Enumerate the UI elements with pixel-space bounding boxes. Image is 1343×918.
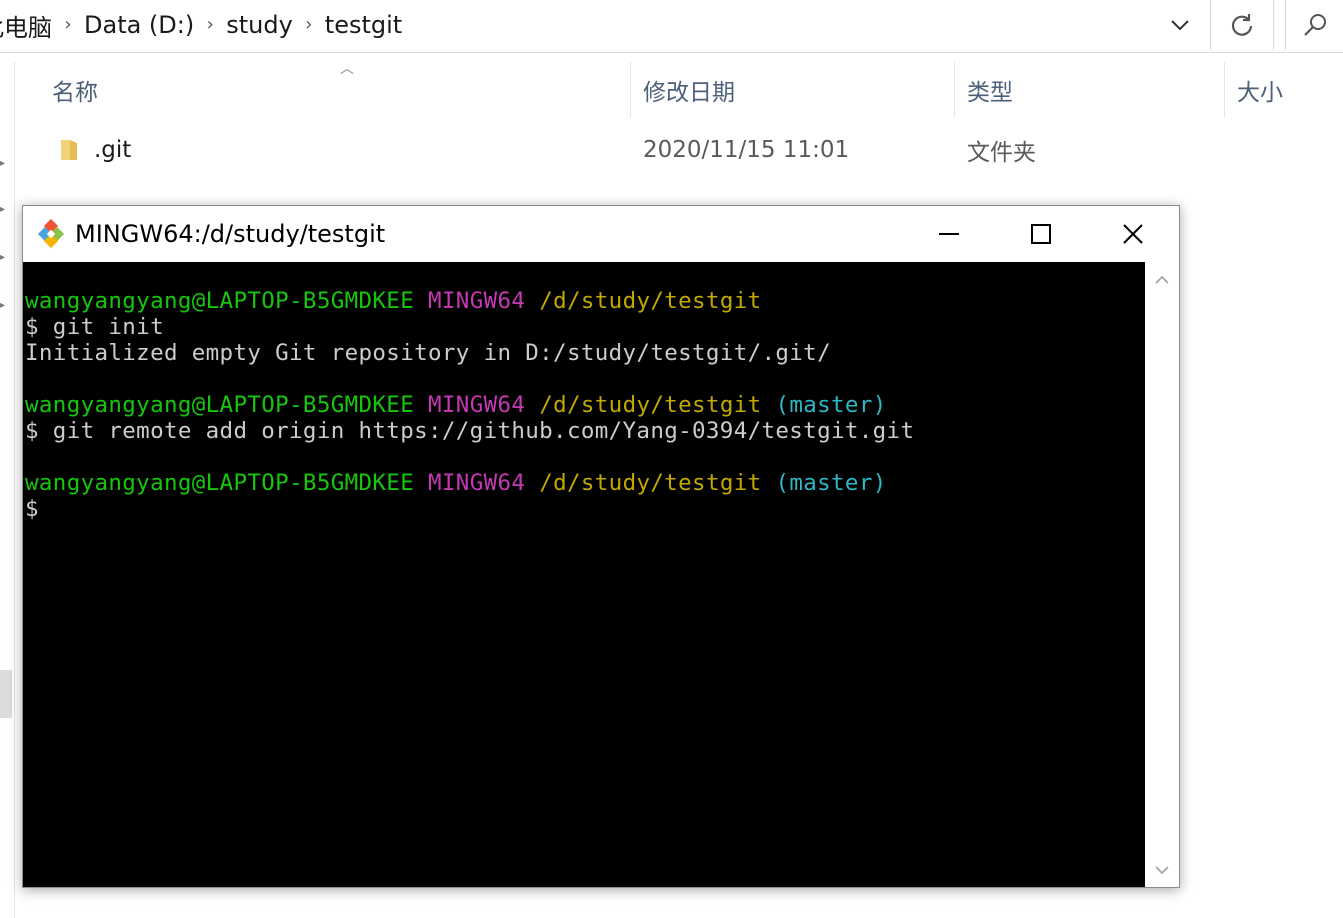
prompt-line: wangyangyang@LAPTOP-B5GMDKEE MINGW64 /d/… (23, 288, 1145, 314)
column-header-label: 大小 (1237, 80, 1283, 106)
breadcrumb-item[interactable]: Data (D:) (84, 11, 194, 39)
file-type: 文件夹 (967, 140, 1036, 166)
title-bar[interactable]: MINGW64:/d/study/testgit (23, 206, 1179, 262)
chevron-down-icon[interactable] (1160, 6, 1200, 44)
breadcrumb-item[interactable]: 此电脑 (0, 8, 52, 43)
column-header-label: 名称 (52, 80, 98, 106)
breadcrumb[interactable]: 此电脑›Data (D:)›study›testgit (0, 0, 1205, 50)
terminal-line: $ git remote add origin https://github.c… (23, 418, 1145, 444)
column-header-type[interactable]: 类型 (954, 62, 1224, 118)
prompt-user: wangyangyang@LAPTOP-B5GMDKEE (25, 470, 415, 496)
scroll-down-icon[interactable] (1145, 855, 1179, 885)
git-bash-icon (37, 219, 65, 249)
terminal-line: $ (23, 496, 1145, 522)
git-bash-window[interactable]: MINGW64:/d/study/testgit wangyangyang@LA… (22, 205, 1180, 888)
terminal-text: $ (25, 496, 39, 522)
prompt-user: wangyangyang@LAPTOP-B5GMDKEE (25, 392, 415, 418)
expand-arrow-icon[interactable]: ▸ (0, 204, 5, 215)
maximize-icon (1031, 224, 1051, 244)
address-bar: 此电脑›Data (D:)›study›testgit (0, 0, 1343, 53)
column-header-modified[interactable]: 修改日期 (630, 62, 954, 118)
refresh-icon (1231, 14, 1253, 36)
prompt-system: MINGW64 (428, 470, 526, 496)
terminal-line: Initialized empty Git repository in D:/s… (23, 340, 1145, 366)
search-box[interactable] (1285, 0, 1343, 50)
breadcrumb-item[interactable]: study (226, 11, 293, 39)
expand-arrow-icon[interactable]: ▸ (0, 252, 5, 263)
folder-icon (61, 140, 77, 160)
column-header-label: 修改日期 (643, 80, 735, 106)
prompt-path: /d/study/testgit (539, 288, 762, 314)
close-icon (1123, 224, 1143, 244)
prompt-user: wangyangyang@LAPTOP-B5GMDKEE (25, 288, 415, 314)
navigation-pane: ▸ ▸ ▸ ▸ (0, 62, 15, 918)
nav-item-selected[interactable] (0, 670, 12, 718)
close-button[interactable] (1087, 206, 1179, 262)
maximize-button[interactable] (995, 206, 1087, 262)
breadcrumb-item[interactable]: testgit (325, 11, 402, 39)
prompt-system: MINGW64 (428, 288, 526, 314)
refresh-button[interactable] (1210, 0, 1274, 50)
column-header-name[interactable]: 名称 (40, 62, 630, 118)
column-header-label: 类型 (967, 80, 1013, 106)
breadcrumb-separator-icon[interactable]: › (52, 14, 84, 35)
terminal-text: $ git remote add origin https://github.c… (25, 418, 915, 444)
file-name: .git (94, 137, 132, 163)
search-icon (1304, 14, 1326, 36)
prompt-path: /d/study/testgit (539, 392, 762, 418)
prompt-branch: (master) (775, 392, 887, 418)
expand-arrow-icon[interactable]: ▸ (0, 300, 5, 311)
prompt-branch: (master) (775, 470, 887, 496)
expand-arrow-icon[interactable]: ▸ (0, 158, 5, 169)
column-headers: ︿ 名称 修改日期 类型 大小 (14, 61, 1343, 118)
prompt-line: wangyangyang@LAPTOP-B5GMDKEE MINGW64 /d/… (23, 392, 1145, 418)
window-title: MINGW64:/d/study/testgit (75, 220, 386, 248)
minimize-button[interactable] (903, 206, 995, 262)
terminal-text: Initialized empty Git repository in D:/s… (25, 340, 831, 366)
minimize-icon (939, 233, 959, 235)
prompt-system: MINGW64 (428, 392, 526, 418)
terminal-text: $ git init (25, 314, 164, 340)
terminal-line: $ git init (23, 314, 1145, 340)
file-row[interactable]: .git 2020/11/15 11:01 文件夹 (14, 128, 1343, 172)
file-modified: 2020/11/15 11:01 (643, 137, 850, 163)
column-header-size[interactable]: 大小 (1224, 62, 1343, 118)
scrollbar[interactable] (1145, 262, 1179, 887)
breadcrumb-separator-icon[interactable]: › (293, 14, 325, 35)
scroll-up-icon[interactable] (1145, 264, 1179, 294)
breadcrumb-separator-icon[interactable]: › (194, 14, 226, 35)
terminal-output[interactable]: wangyangyang@LAPTOP-B5GMDKEE MINGW64 /d/… (23, 262, 1145, 887)
prompt-path: /d/study/testgit (539, 470, 762, 496)
prompt-line: wangyangyang@LAPTOP-B5GMDKEE MINGW64 /d/… (23, 470, 1145, 496)
